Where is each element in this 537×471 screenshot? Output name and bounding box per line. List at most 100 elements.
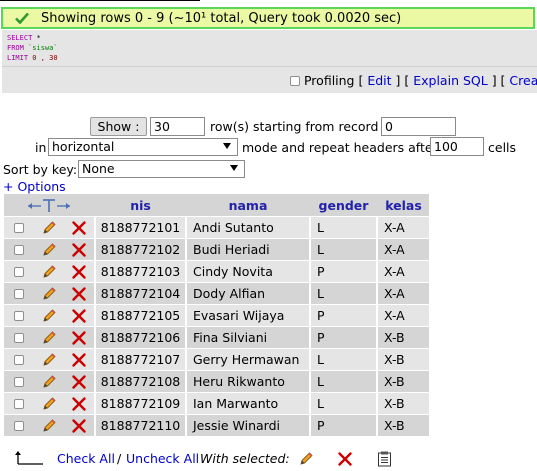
row-checkbox[interactable]: [14, 377, 24, 387]
cell-nama: Budi Heriadi: [187, 239, 309, 260]
cell-nis: 8188772107: [96, 349, 185, 370]
delete-x-icon[interactable]: [71, 374, 87, 390]
pencil-icon[interactable]: [41, 308, 57, 324]
top-rule: [0, 0, 200, 1]
cell-nis: 8188772110: [96, 415, 185, 436]
delete-x-icon[interactable]: [71, 330, 87, 346]
chevron-down-icon: [230, 165, 238, 171]
cell-kelas: X-A: [378, 217, 429, 238]
delete-x-icon[interactable]: [337, 451, 353, 467]
cell-kelas: X-B: [378, 415, 429, 436]
check-all-link[interactable]: Check All: [57, 451, 115, 466]
row-checkbox[interactable]: [14, 267, 24, 277]
delete-x-icon[interactable]: [71, 396, 87, 412]
table-row[interactable]: 8188772110 Jessie Winardi P X-B: [4, 415, 429, 436]
sql-keyword-limit: LIMIT: [7, 54, 29, 62]
row-select-cell: [4, 371, 34, 392]
results-table: nis nama gender kelas 8188772101 Andi Sut…: [4, 193, 429, 437]
start-record-input[interactable]: 0: [381, 117, 456, 136]
cell-nama: Evasari Wijaya: [187, 305, 309, 326]
column-header-kelas[interactable]: kelas: [378, 194, 429, 216]
cell-gender: P: [311, 415, 376, 436]
table-row[interactable]: 8188772101 Andi Sutanto L X-A: [4, 217, 429, 238]
display-mode-select[interactable]: horizontal: [48, 138, 238, 156]
options-link[interactable]: + Options: [3, 179, 66, 194]
rows-count-input[interactable]: 30: [150, 117, 205, 136]
pencil-icon[interactable]: [298, 451, 314, 467]
row-delete-cell: [64, 371, 94, 392]
row-checkbox[interactable]: [14, 245, 24, 255]
profiling-checkbox[interactable]: [290, 76, 300, 86]
table-row[interactable]: 8188772109 Ian Marwanto L X-B: [4, 393, 429, 414]
export-icon[interactable]: [377, 451, 392, 467]
sql-links-bar: Profiling [ Edit ] [ Explain SQL ] [ Cre…: [2, 66, 537, 93]
row-checkbox[interactable]: [14, 223, 24, 233]
cell-kelas: X-A: [378, 261, 429, 282]
sort-by-key-select[interactable]: None: [78, 160, 245, 178]
table-row[interactable]: 8188772103 Cindy Novita P X-A: [4, 261, 429, 282]
pencil-icon[interactable]: [41, 264, 57, 280]
row-select-cell: [4, 261, 34, 282]
column-header-nama[interactable]: nama: [187, 194, 309, 216]
explain-sql-link[interactable]: Explain SQL: [413, 73, 487, 88]
pencil-icon[interactable]: [41, 242, 57, 258]
table-row[interactable]: 8188772107 Gerry Hermawan L X-B: [4, 349, 429, 370]
table-row[interactable]: 8188772104 Dody Alfian L X-A: [4, 283, 429, 304]
pencil-icon[interactable]: [41, 396, 57, 412]
cell-gender: L: [311, 393, 376, 414]
cell-gender: P: [311, 305, 376, 326]
row-select-cell: [4, 217, 34, 238]
row-checkbox[interactable]: [14, 289, 24, 299]
pencil-icon[interactable]: [41, 374, 57, 390]
column-header-gender[interactable]: gender: [311, 194, 376, 216]
pencil-icon[interactable]: [41, 220, 57, 236]
repeat-headers-input[interactable]: 100: [430, 137, 484, 156]
cell-kelas: X-B: [378, 349, 429, 370]
delete-x-icon[interactable]: [71, 286, 87, 302]
cell-nis: 8188772104: [96, 283, 185, 304]
cell-nis: 8188772103: [96, 261, 185, 282]
delete-x-icon[interactable]: [71, 418, 87, 434]
row-edit-cell: [34, 371, 64, 392]
table-row[interactable]: 8188772106 Fina Silviani P X-B: [4, 327, 429, 348]
sql-select-target: *: [32, 34, 41, 42]
row-delete-cell: [64, 239, 94, 260]
table-row[interactable]: 8188772108 Heru Rikwanto L X-B: [4, 371, 429, 392]
delete-x-icon[interactable]: [71, 352, 87, 368]
edit-link[interactable]: Edit: [367, 73, 391, 88]
row-checkbox[interactable]: [14, 355, 24, 365]
success-message-bar: Showing rows 0 - 9 (~10¹ total, Query to…: [1, 7, 535, 29]
pencil-icon[interactable]: [41, 286, 57, 302]
table-footer: Check All / Uncheck All With selected:: [0, 448, 537, 470]
pencil-icon[interactable]: [41, 418, 57, 434]
create-php-code-link[interactable]: Create: [509, 73, 537, 88]
row-select-cell: [4, 283, 34, 304]
cell-nama: Heru Rikwanto: [187, 371, 309, 392]
column-header-nis[interactable]: nis: [96, 194, 185, 216]
table-row[interactable]: 8188772105 Evasari Wijaya P X-A: [4, 305, 429, 326]
delete-x-icon[interactable]: [71, 242, 87, 258]
pencil-icon[interactable]: [41, 352, 57, 368]
row-edit-cell: [34, 305, 64, 326]
table-row[interactable]: 8188772102 Budi Heriadi L X-A: [4, 239, 429, 260]
delete-x-icon[interactable]: [71, 308, 87, 324]
uncheck-all-link[interactable]: Uncheck All: [126, 451, 199, 466]
pencil-icon[interactable]: [41, 330, 57, 346]
delete-x-icon[interactable]: [71, 220, 87, 236]
row-checkbox[interactable]: [14, 399, 24, 409]
sql-query-box[interactable]: SELECT * FROM `siswa` LIMIT 0 , 30: [2, 30, 537, 66]
success-message-text: Showing rows 0 - 9 (~10¹ total, Query to…: [41, 10, 402, 26]
row-delete-cell: [64, 327, 94, 348]
delete-x-icon[interactable]: [71, 264, 87, 280]
column-resize-header[interactable]: [4, 194, 94, 216]
row-checkbox[interactable]: [14, 333, 24, 343]
cells-label: cells: [488, 140, 517, 155]
show-button[interactable]: Show :: [90, 117, 147, 136]
row-checkbox[interactable]: [14, 421, 24, 431]
cell-kelas: X-A: [378, 283, 429, 304]
checkmark-icon: [15, 12, 29, 24]
row-checkbox[interactable]: [14, 311, 24, 321]
in-label: in: [35, 140, 47, 155]
cell-nis: 8188772109: [96, 393, 185, 414]
row-delete-cell: [64, 305, 94, 326]
